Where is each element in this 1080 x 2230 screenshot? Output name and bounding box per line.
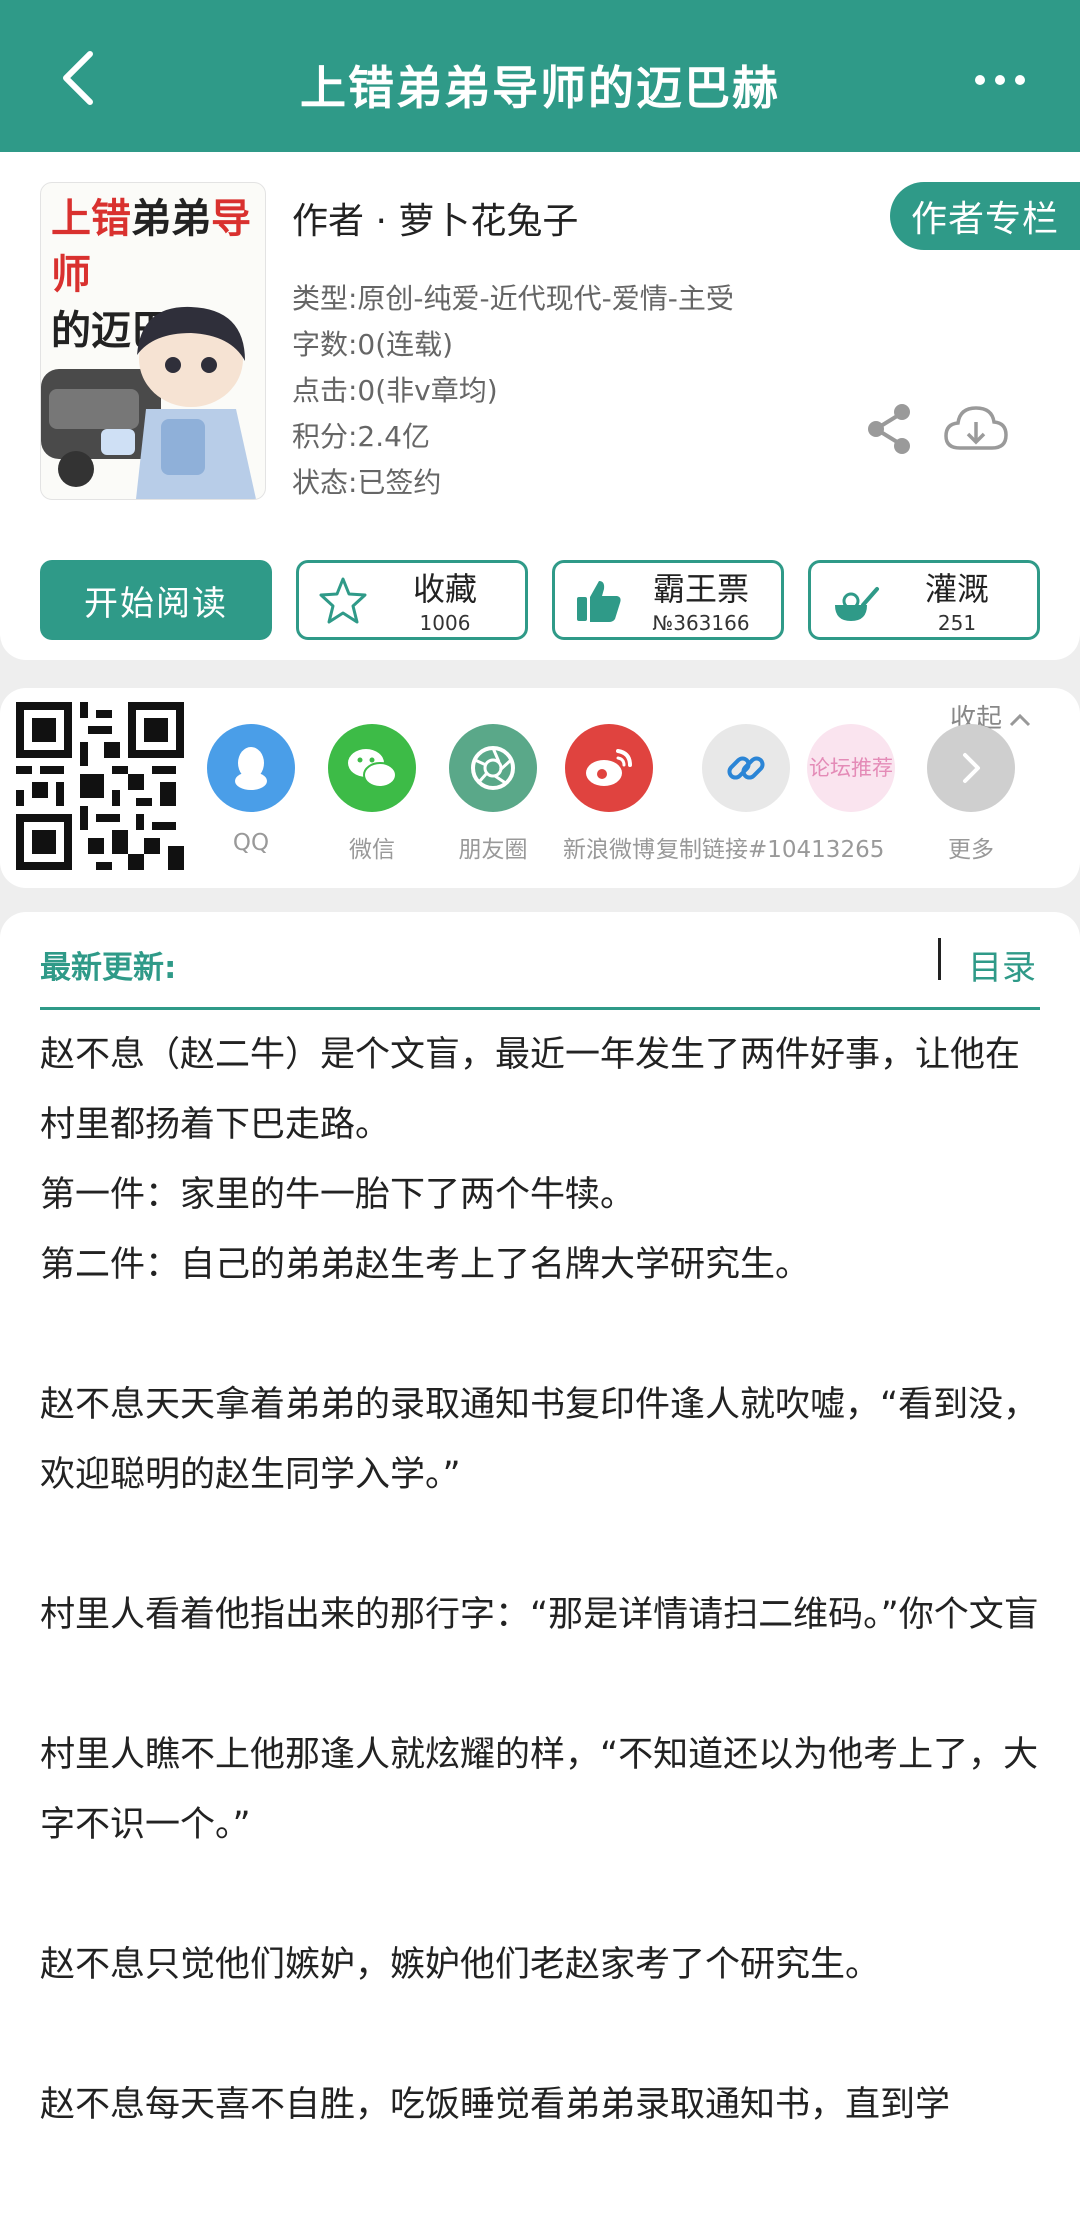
meta-genre: 类型:原创-纯爱-近代现代-爱情-主受 bbox=[292, 282, 734, 315]
favorite-label: 收藏 bbox=[412, 570, 477, 608]
meta-word-count: 字数:0(连载) bbox=[292, 328, 454, 361]
paragraph: 村里人瞧不上他那逢人就炫耀的样，“不知道还以为他考上了，大字不识一个。” bbox=[40, 1735, 1039, 1845]
paragraph: 赵不息天天拿着弟弟的录取通知书复印件逢人就吹嘘，“看到没，欢迎聪明的赵生同学入学… bbox=[40, 1385, 1039, 1495]
wechat-icon bbox=[328, 724, 416, 812]
divider bbox=[938, 938, 941, 980]
author-name[interactable]: 作者 · 萝卜花兔子 bbox=[292, 192, 578, 244]
share-icon[interactable] bbox=[864, 402, 914, 456]
action-row: 开始阅读 收藏 1006 霸王票 №363166 灌溉 251 bbox=[40, 556, 1040, 640]
moments-icon bbox=[449, 724, 537, 812]
favorite-button[interactable]: 收藏 1006 bbox=[296, 560, 528, 640]
top-bar: 上错弟弟导师的迈巴赫 bbox=[0, 0, 1080, 152]
paragraph: 赵不息（赵二牛）是个文盲，最近一年发生了两件好事，让他在村里都扬着下巴走路。 bbox=[40, 1035, 1021, 1145]
meta-status: 状态:已签约 bbox=[292, 466, 442, 499]
watering-can-icon bbox=[835, 587, 879, 621]
share-more[interactable]: 更多 bbox=[896, 724, 1046, 864]
vote-button[interactable]: 霸王票 №363166 bbox=[552, 560, 784, 640]
paragraph: 村里人看着他指出来的那行字：“那是详情请扫二维码。”你个文盲 bbox=[40, 1595, 1039, 1635]
star-icon bbox=[319, 577, 367, 624]
water-count: 251 bbox=[937, 611, 977, 635]
vote-count: №363166 bbox=[652, 611, 750, 635]
qq-icon bbox=[207, 724, 295, 812]
book-info-card: 上错弟弟导师 的迈巴赫 作者 · 萝卜花兔子 作者专栏 类型:原创-纯爱-近代现代… bbox=[0, 152, 1080, 660]
share-panel: 收起 QQ 微信 朋友圈 新浪微博 复制链接#10413265 论坛推荐 更多 bbox=[0, 688, 1080, 888]
qr-code bbox=[16, 702, 184, 870]
author-column-button[interactable]: 作者专栏 bbox=[890, 182, 1080, 250]
back-icon[interactable] bbox=[52, 48, 108, 108]
paragraph: 赵不息每天喜不自胜，吃饭睡觉看弟弟录取通知书，直到学 bbox=[40, 2085, 951, 2125]
weibo-icon bbox=[565, 724, 653, 812]
paragraph: 第一件：家里的牛一胎下了两个牛犊。 bbox=[40, 1175, 636, 1215]
section-divider bbox=[40, 1007, 1040, 1010]
book-meta: 类型:原创-纯爱-近代现代-爱情-主受 字数:0(连载) 点击:0(非v章均) … bbox=[292, 276, 734, 506]
vote-label: 霸王票 bbox=[652, 570, 749, 608]
thumbs-up-icon bbox=[577, 581, 621, 622]
paragraph: 赵不息只觉他们嫉妒，嫉妒他们老赵家考了个研究生。 bbox=[40, 1945, 881, 1985]
latest-update-label: 最新更新: bbox=[40, 950, 177, 986]
water-label: 灌溉 bbox=[924, 570, 989, 608]
start-reading-button[interactable]: 开始阅读 bbox=[40, 560, 272, 640]
more-options-icon[interactable] bbox=[960, 60, 1040, 100]
forum-icon: 论坛推荐 bbox=[807, 724, 895, 812]
book-cover[interactable]: 上错弟弟导师 的迈巴赫 bbox=[40, 182, 266, 500]
paragraph: 第二件：自己的弟弟赵生考上了名牌大学研究生。 bbox=[40, 1245, 811, 1285]
favorite-count: 1006 bbox=[419, 611, 471, 635]
water-button[interactable]: 灌溉 251 bbox=[808, 560, 1040, 640]
meta-clicks: 点击:0(非v章均) bbox=[292, 374, 498, 407]
table-of-contents-link[interactable]: 目录 bbox=[968, 940, 1036, 989]
chapter-preview[interactable]: 赵不息（赵二牛）是个文盲，最近一年发生了两件好事，让他在村里都扬着下巴走路。 第… bbox=[40, 1020, 1050, 2140]
download-icon[interactable] bbox=[944, 402, 1008, 456]
cover-illustration bbox=[41, 306, 256, 499]
chevron-right-icon bbox=[927, 724, 1015, 812]
page-title: 上错弟弟导师的迈巴赫 bbox=[300, 61, 780, 115]
meta-points: 积分:2.4亿 bbox=[292, 420, 430, 453]
latest-update-section: 最新更新: 目录 赵不息（赵二牛）是个文盲，最近一年发生了两件好事，让他在村里都… bbox=[0, 912, 1080, 2230]
